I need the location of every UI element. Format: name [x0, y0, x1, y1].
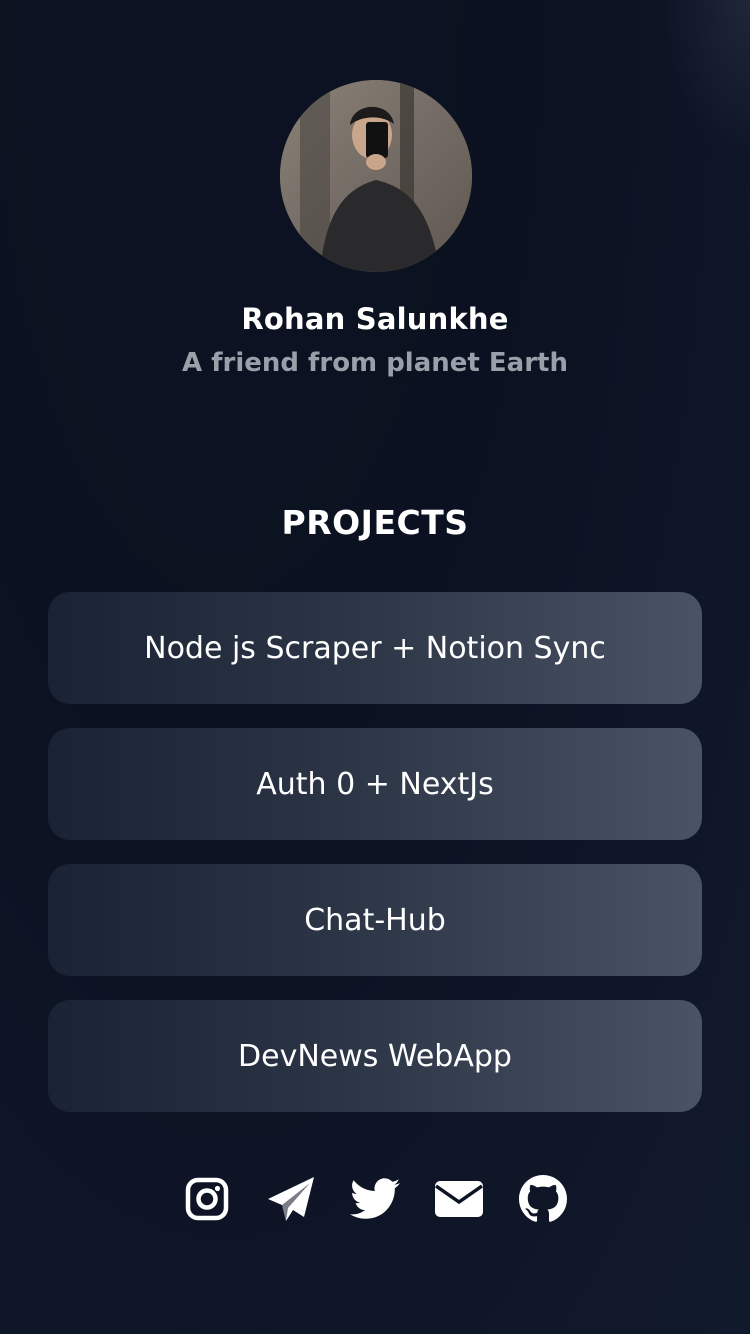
project-link-devnews[interactable]: DevNews WebApp: [48, 1000, 702, 1112]
project-list: Node js Scraper + Notion Sync Auth 0 + N…: [48, 592, 702, 1136]
projects-heading: PROJECTS: [281, 503, 469, 542]
telegram-icon[interactable]: [266, 1174, 316, 1224]
project-link-scraper[interactable]: Node js Scraper + Notion Sync: [48, 592, 702, 704]
mail-icon[interactable]: [434, 1174, 484, 1224]
github-icon[interactable]: [518, 1174, 568, 1224]
social-links: [0, 1174, 750, 1224]
twitter-icon[interactable]: [350, 1174, 400, 1224]
project-link-auth0[interactable]: Auth 0 + NextJs: [48, 728, 702, 840]
corner-glow: [660, 0, 750, 160]
project-link-chat-hub[interactable]: Chat-Hub: [48, 864, 702, 976]
instagram-icon[interactable]: [182, 1174, 232, 1224]
profile-tagline: A friend from planet Earth: [182, 348, 568, 378]
avatar: [280, 80, 472, 272]
profile-name: Rohan Salunkhe: [241, 302, 509, 336]
